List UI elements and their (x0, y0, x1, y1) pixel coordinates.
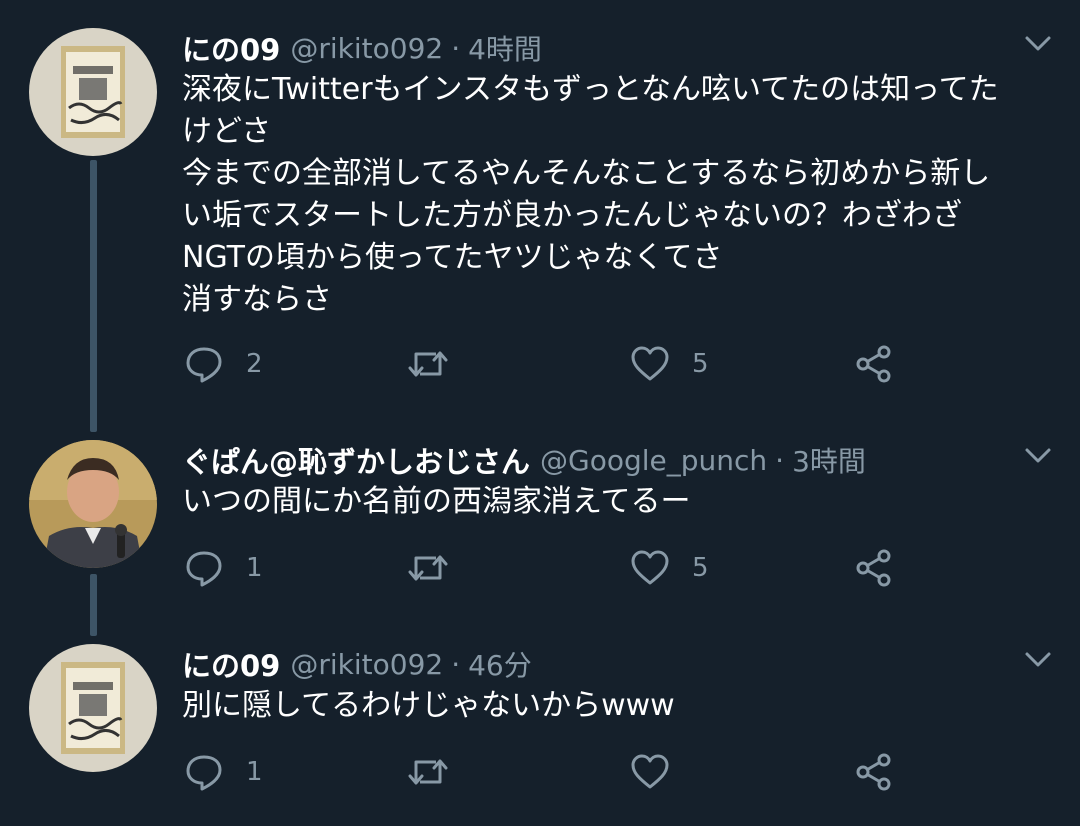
like-count: 5 (692, 349, 709, 379)
retweet-icon (408, 351, 448, 377)
timestamp[interactable]: 3時間 (792, 440, 866, 480)
reply-count: 1 (246, 757, 263, 787)
heart-icon (631, 346, 669, 381)
tweet-text-line: けどさ (182, 114, 272, 149)
avatar[interactable] (29, 644, 157, 772)
tweet-text-line: 別に隠してるわけじゃないからwww (182, 688, 675, 723)
reply-count: 1 (246, 553, 263, 583)
tweet-text-line: いつの間にか名前の西潟家消えてるー (182, 484, 691, 519)
tweet[interactable]: にの09 @rikito092 · 4時間 深夜にTwitterもインスタもずっ… (0, 24, 1080, 404)
heart-icon (631, 754, 669, 789)
retweet-button[interactable] (406, 342, 472, 386)
share-button[interactable] (854, 546, 894, 590)
share-icon (856, 753, 891, 791)
tweet-text: いつの間にか名前の西潟家消えてるー (182, 481, 1052, 523)
display-name[interactable]: ぐぱん@恥ずかしおじさん (182, 439, 530, 481)
tweet-text: 深夜にTwitterもインスタもずっとなん呟いてたのは知ってた けどさ 今までの… (182, 69, 1052, 321)
user-handle[interactable]: @Google_punch (540, 444, 767, 477)
like-button[interactable]: 5 (630, 342, 709, 386)
timestamp[interactable]: 46分 (468, 644, 532, 684)
reply-icon (186, 347, 222, 383)
reply-count: 2 (246, 349, 263, 379)
tweet-text: 別に隠してるわけじゃないからwww (182, 685, 1052, 727)
retweet-button[interactable] (406, 546, 472, 590)
user-handle[interactable]: @rikito092 (290, 32, 443, 65)
reply-button[interactable]: 2 (184, 342, 263, 386)
poster-avatar-icon (29, 644, 157, 772)
retweet-icon (408, 555, 448, 581)
share-button[interactable] (854, 342, 894, 386)
separator: · (451, 647, 461, 681)
share-icon (856, 345, 891, 383)
reply-icon (186, 755, 222, 791)
tweet-text-line: 深夜にTwitterもインスタもずっとなん呟いてたのは知ってた (182, 72, 999, 107)
separator: · (775, 443, 785, 477)
tweet-header: ぐぱん@恥ずかしおじさん @Google_punch · 3時間 (182, 438, 866, 482)
reply-button[interactable]: 1 (184, 750, 263, 794)
tweet-text-line: NGTの頃から使ってたヤツじゃなくてさ (182, 240, 723, 275)
tweet-text-line: い垢でスタートした方が良かったんじゃないの？わざわざ (182, 198, 962, 233)
share-icon (856, 549, 891, 587)
like-count: 5 (692, 553, 709, 583)
avatar[interactable] (29, 440, 157, 568)
like-button[interactable]: 5 (630, 546, 709, 590)
chevron-down-icon[interactable] (1024, 34, 1052, 54)
like-button[interactable] (630, 750, 692, 794)
chevron-down-icon[interactable] (1024, 650, 1052, 670)
reply-icon (186, 551, 222, 587)
avatar[interactable] (29, 28, 157, 156)
person-avatar-icon (29, 440, 157, 568)
share-button[interactable] (854, 750, 894, 794)
timestamp[interactable]: 4時間 (468, 28, 542, 68)
chevron-down-icon[interactable] (1024, 446, 1052, 466)
retweet-button[interactable] (406, 750, 472, 794)
separator: · (451, 31, 461, 65)
tweet-text-line: 消すならさ (182, 282, 332, 317)
display-name[interactable]: にの09 (182, 27, 280, 69)
poster-avatar-icon (29, 28, 157, 156)
tweet[interactable]: ぐぱん@恥ずかしおじさん @Google_punch · 3時間 いつの間にか名… (0, 436, 1080, 616)
user-handle[interactable]: @rikito092 (290, 648, 443, 681)
display-name[interactable]: にの09 (182, 643, 280, 685)
tweet[interactable]: にの09 @rikito092 · 46分 別に隠してるわけじゃないからwww … (0, 640, 1080, 820)
action-bar: 2 5 (184, 342, 904, 386)
action-bar: 1 (184, 750, 904, 794)
reply-button[interactable]: 1 (184, 546, 263, 590)
retweet-icon (408, 759, 448, 785)
tweet-header: にの09 @rikito092 · 46分 (182, 642, 532, 686)
tweet-header: にの09 @rikito092 · 4時間 (182, 26, 542, 70)
heart-icon (631, 550, 669, 585)
tweet-text-line: 今までの全部消してるやんそんなことするなら初めから新し (182, 156, 991, 191)
action-bar: 1 5 (184, 546, 904, 590)
